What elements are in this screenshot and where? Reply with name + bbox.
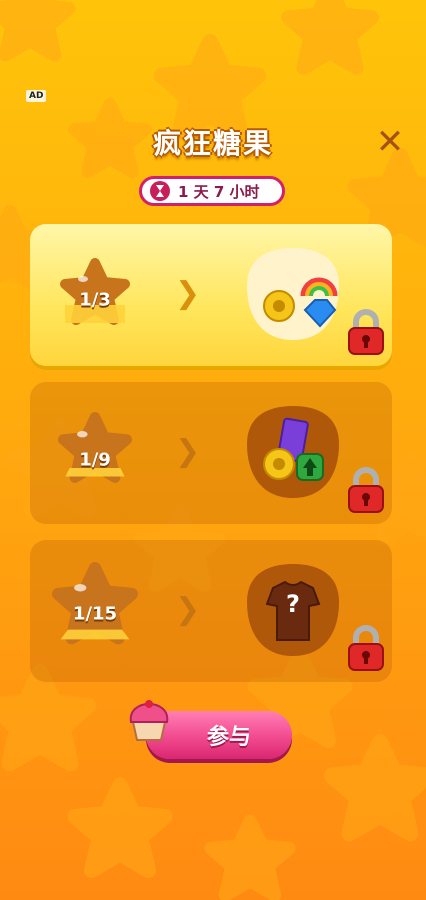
chevron-right-icon: ❯	[175, 434, 201, 469]
timer-text: 1 天 7 小时	[178, 182, 260, 201]
tier-progress: 1/15	[72, 603, 118, 625]
tier-card-2[interactable]: 1/9 ❯	[30, 382, 392, 524]
event-title: 疯狂糖果	[152, 127, 273, 160]
lock-icon	[348, 309, 384, 355]
ad-badge: AD	[26, 90, 47, 102]
hourglass-icon	[150, 181, 170, 201]
join-button-label: 参与	[206, 725, 251, 750]
lock-icon	[348, 625, 384, 671]
tier-card-3[interactable]: 1/15 ❯ ?	[30, 540, 392, 682]
close-button[interactable]: ✕	[370, 122, 410, 162]
close-icon: ✕	[375, 122, 405, 162]
reward-box	[247, 406, 339, 498]
chevron-right-icon: ❯	[175, 592, 201, 627]
tier-progress: 1/3	[79, 289, 111, 311]
tier-progress: 1/9	[79, 449, 111, 471]
reward-box	[247, 248, 339, 340]
lock-icon	[348, 467, 384, 513]
chevron-right-icon: ❯	[175, 276, 201, 311]
event-timer: 1 天 7 小时	[139, 176, 285, 206]
mystery-mark: ?	[286, 590, 300, 618]
tier-card-1[interactable]: 1/3 ❯	[30, 224, 392, 366]
cupcake-icon	[129, 700, 169, 741]
